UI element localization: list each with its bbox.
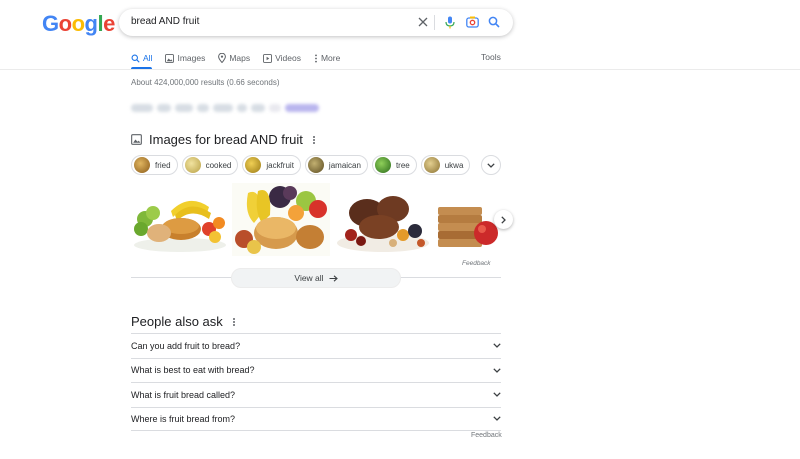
logo-letter: o bbox=[58, 11, 72, 36]
image-result[interactable] bbox=[434, 183, 501, 256]
tab-label: All bbox=[143, 53, 153, 63]
search-divider bbox=[434, 15, 435, 30]
image-refinement-chips: fried cooked jackfruit jamaican tree ukw… bbox=[131, 155, 471, 175]
chevron-down-icon bbox=[493, 368, 501, 373]
chip-thumbnail bbox=[134, 157, 150, 173]
image-result[interactable] bbox=[131, 183, 229, 256]
paa-question[interactable]: Where is fruit bread from? bbox=[131, 406, 501, 431]
search-icon[interactable] bbox=[486, 14, 502, 30]
paa-question-text: Can you add fruit to bread? bbox=[131, 340, 241, 351]
chevron-down-icon bbox=[493, 392, 501, 398]
header-divider bbox=[0, 69, 800, 70]
image-carousel bbox=[131, 183, 501, 256]
video-icon bbox=[263, 53, 273, 63]
image-icon bbox=[165, 53, 175, 63]
tab-label: Maps bbox=[229, 53, 251, 63]
kebab-icon[interactable] bbox=[232, 317, 235, 326]
search-tabs: All Images Maps Videos More bbox=[131, 51, 353, 71]
tab-all[interactable]: All bbox=[131, 51, 152, 65]
camera-lens-icon[interactable] bbox=[464, 14, 480, 30]
chip-thumbnail bbox=[184, 157, 201, 173]
tools-button[interactable]: Tools bbox=[481, 52, 501, 62]
search-icon bbox=[131, 54, 140, 63]
paa-question[interactable]: What is fruit bread called? bbox=[131, 382, 501, 407]
chip-label: jamaican bbox=[328, 160, 361, 170]
chip-tree[interactable]: tree bbox=[371, 155, 417, 175]
chip-ukwa[interactable]: ukwa bbox=[420, 155, 471, 175]
chip-thumbnail bbox=[423, 157, 440, 173]
clear-icon[interactable] bbox=[415, 14, 431, 30]
chip-jackfruit[interactable]: jackfruit bbox=[242, 155, 301, 175]
tab-maps[interactable]: Maps bbox=[218, 51, 250, 65]
paa-question[interactable]: Can you add fruit to bread? bbox=[131, 333, 501, 358]
image-icon bbox=[131, 134, 142, 145]
view-all-button[interactable]: View all bbox=[231, 268, 401, 288]
chevron-right-icon bbox=[501, 215, 506, 224]
logo-letter: g bbox=[84, 11, 98, 36]
image-result[interactable] bbox=[333, 183, 431, 256]
carousel-next-button[interactable] bbox=[494, 210, 513, 229]
paa-question-text: What is fruit bread called? bbox=[131, 389, 236, 400]
people-also-ask-title: People also ask bbox=[131, 314, 223, 329]
images-feedback-link[interactable]: Feedback bbox=[462, 260, 491, 267]
google-logo[interactable]: Google bbox=[42, 11, 115, 37]
microphone-icon[interactable] bbox=[442, 14, 458, 30]
chip-thumbnail bbox=[245, 157, 262, 173]
tab-label: Videos bbox=[275, 53, 301, 63]
logo-letter: o bbox=[71, 11, 85, 36]
image-result[interactable] bbox=[232, 183, 330, 256]
chevron-down-icon bbox=[493, 343, 501, 349]
chips-expand-button[interactable] bbox=[481, 155, 501, 175]
images-section-title[interactable]: Images for bread AND fruit bbox=[149, 132, 303, 147]
kebab-icon bbox=[315, 53, 317, 63]
tab-images[interactable]: Images bbox=[165, 51, 205, 65]
logo-letter: G bbox=[42, 11, 59, 36]
chip-thumbnail bbox=[374, 157, 391, 173]
chevron-down-icon bbox=[493, 416, 501, 422]
paa-question[interactable]: What is best to eat with bread? bbox=[131, 357, 501, 383]
chip-label: fried bbox=[155, 160, 171, 170]
arrow-right-icon bbox=[329, 274, 338, 282]
chevron-down-icon bbox=[487, 162, 495, 168]
paa-question-text: What is best to eat with bread? bbox=[131, 365, 255, 376]
paa-question-text: Where is fruit bread from? bbox=[131, 413, 236, 424]
search-input[interactable]: bread AND fruit bbox=[131, 16, 199, 27]
chip-fried[interactable]: fried bbox=[131, 155, 178, 175]
result-stats: About 424,000,000 results (0.66 seconds) bbox=[131, 78, 280, 87]
chip-label: tree bbox=[395, 160, 410, 170]
chip-jamaican[interactable]: jamaican bbox=[304, 155, 368, 175]
logo-letter: e bbox=[103, 11, 115, 36]
tab-label: More bbox=[320, 53, 341, 63]
map-pin-icon bbox=[218, 53, 227, 63]
tab-label: Images bbox=[177, 53, 206, 63]
chip-label: ukwa bbox=[444, 160, 464, 170]
blurred-suggestion bbox=[131, 104, 319, 112]
view-all-label: View all bbox=[294, 273, 324, 283]
images-section-header: Images for bread AND fruit bbox=[131, 132, 315, 147]
chip-thumbnail bbox=[307, 157, 324, 173]
people-also-ask-header: People also ask bbox=[131, 314, 235, 329]
kebab-icon[interactable] bbox=[312, 135, 315, 144]
tab-more[interactable]: More bbox=[314, 51, 340, 65]
search-box[interactable]: bread AND fruit bbox=[119, 9, 513, 36]
chip-cooked[interactable]: cooked bbox=[181, 155, 239, 175]
tab-videos[interactable]: Videos bbox=[263, 51, 301, 65]
people-also-ask-list: Can you add fruit to bread? What is best… bbox=[131, 333, 501, 431]
paa-feedback-link[interactable]: Feedback bbox=[471, 432, 502, 439]
chip-label: cooked bbox=[205, 160, 232, 170]
chip-label: jackfruit bbox=[266, 160, 294, 170]
